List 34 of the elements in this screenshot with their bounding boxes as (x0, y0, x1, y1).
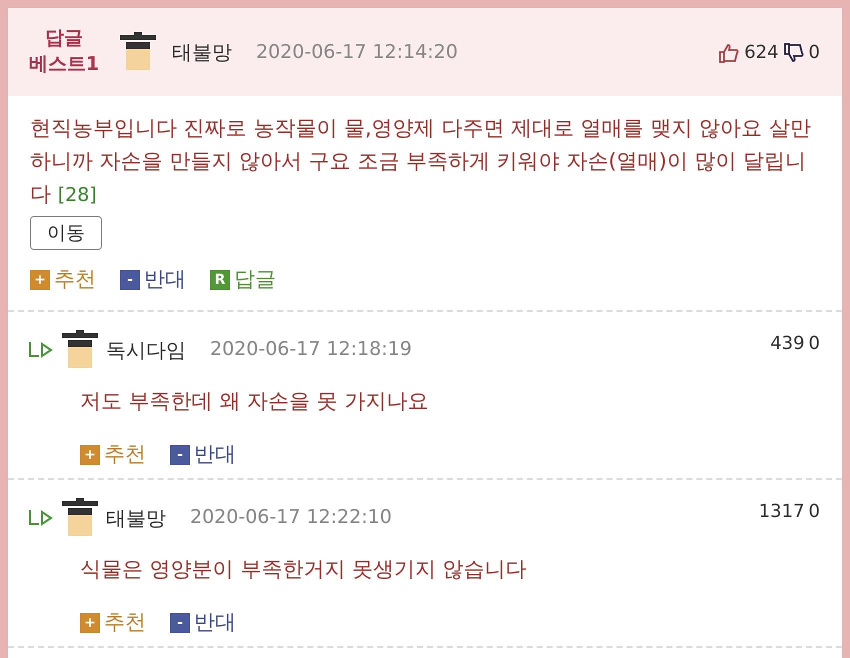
dislike-count: 0 (808, 332, 820, 356)
oppose-button[interactable]: - 반대 (120, 264, 186, 296)
author-name: 독시다임 (106, 336, 186, 364)
dislike-count: 0 (808, 500, 820, 524)
plus-icon: + (80, 444, 100, 465)
oppose-button[interactable]: - 반대 (170, 607, 236, 639)
reply-arrow-icon (28, 340, 54, 359)
best-badge-text: 답글 (44, 26, 84, 52)
plus-icon: + (30, 270, 50, 290)
like-count: 1317 (758, 500, 805, 524)
move-button[interactable]: 이동 (30, 216, 102, 250)
reply-button[interactable]: R 답글 (210, 264, 276, 296)
plus-icon: + (80, 612, 100, 633)
avatar-icon (62, 330, 98, 370)
comment-text: 현직농부입니다 진짜로 농작물이 물,영양제 다주면 제대로 열매를 맺지 않아요 살만하니까 자손을 만들지 않아서 구요 조금 부족하게 키워야 자손(열매)이 많이 달립니다 [28] (30, 115, 812, 208)
timestamp: 2020-06-17 12:14:20 (256, 40, 458, 65)
dislike-count: 0 (808, 40, 820, 64)
like-count: 439 (770, 332, 805, 356)
oppose-button[interactable]: - 반대 (170, 439, 236, 471)
like-count: 624 (744, 40, 779, 64)
author-name: 태불망 (172, 39, 232, 66)
comment-text: 식물은 영양분이 부족한거지 못생기지 않습니다 (79, 556, 528, 583)
comment-text: 저도 부족한데 왜 자손을 못 가지나요 (79, 388, 430, 415)
minus-icon: - (120, 270, 140, 290)
timestamp: 2020-06-17 12:18:19 (210, 337, 412, 362)
best-badge-text: 베스트1 (28, 52, 100, 77)
minus-icon: - (170, 444, 190, 465)
avatar-icon (62, 498, 98, 538)
author-name: 태불망 (106, 504, 166, 532)
reply-letter-icon: R (210, 270, 230, 290)
minus-icon: - (170, 612, 190, 633)
timestamp: 2020-06-17 12:22:10 (190, 505, 392, 530)
avatar-icon (120, 32, 156, 72)
reply-arrow-icon (28, 508, 54, 527)
